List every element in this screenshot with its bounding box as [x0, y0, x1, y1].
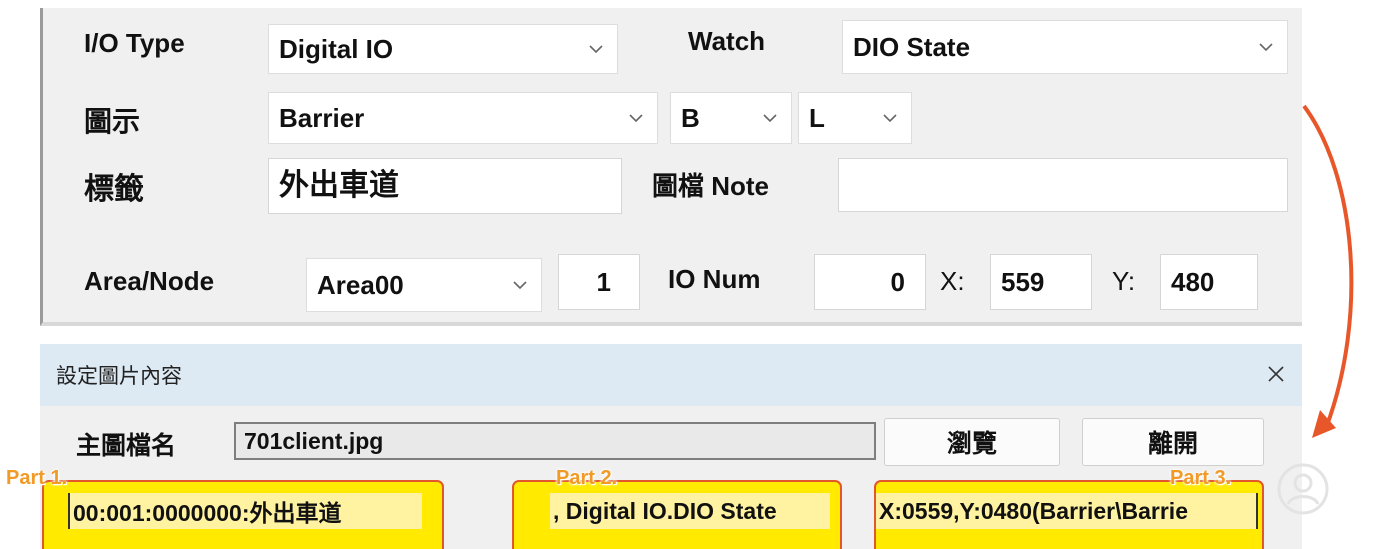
area-select[interactable]: Area00 [306, 258, 542, 312]
chevron-down-icon [511, 276, 529, 294]
part-1-label: Part 1. [6, 467, 68, 489]
area-node-label: Area/Node [84, 266, 215, 296]
main-file-input[interactable]: 701client.jpg [234, 422, 876, 460]
exit-button[interactable]: 離開 [1082, 418, 1264, 466]
icon-label: 圖示 [84, 106, 141, 137]
chevron-down-icon [1257, 38, 1275, 56]
x-value: 559 [1001, 267, 1045, 297]
io-type-select[interactable]: Digital IO [268, 24, 618, 74]
icon-b-value: B [681, 103, 700, 133]
note-input[interactable] [838, 158, 1288, 212]
part-1-text: 00:001:0000000:外出車道 [68, 493, 422, 529]
node-input[interactable]: 1 [558, 254, 640, 310]
io-type-label: I/O Type [84, 28, 185, 58]
dialog-titlebar: 設定圖片內容 [40, 344, 1302, 406]
io-type-value: Digital IO [279, 34, 394, 64]
y-input[interactable]: 480 [1160, 254, 1258, 310]
watch-label: Watch [688, 26, 766, 56]
icon-l-select[interactable]: L [798, 92, 912, 144]
tag-value: 外出車道 [279, 169, 399, 202]
tag-label: 標籤 [84, 173, 144, 206]
chevron-down-icon [587, 40, 605, 58]
node-value: 1 [596, 267, 611, 297]
dialog-title: 設定圖片內容 [56, 365, 182, 388]
chevron-down-icon [761, 109, 779, 127]
io-num-input[interactable]: 0 [814, 254, 926, 310]
icon-select[interactable]: Barrier [268, 92, 658, 144]
io-num-label: IO Num [668, 264, 761, 294]
x-label: X: [940, 266, 965, 296]
area-value: Area00 [317, 270, 404, 300]
part-2-text: , Digital IO.DIO State [550, 493, 830, 529]
tag-input[interactable]: 外出車道 [268, 158, 622, 214]
io-num-value: 0 [890, 267, 905, 297]
watch-select[interactable]: DIO State [842, 20, 1288, 74]
y-label: Y: [1112, 266, 1136, 296]
y-value: 480 [1171, 267, 1215, 297]
watch-value: DIO State [853, 32, 971, 62]
icon-value: Barrier [279, 103, 365, 133]
icon-l-value: L [809, 103, 825, 133]
user-watermark-icon [1277, 463, 1329, 515]
close-icon[interactable] [1266, 364, 1286, 384]
curved-arrow-icon [1302, 104, 1354, 438]
main-file-label: 主圖檔名 [76, 432, 177, 460]
part-2-label: Part 2. [556, 467, 618, 489]
icon-b-select[interactable]: B [670, 92, 792, 144]
main-file-value: 701client.jpg [244, 427, 384, 454]
x-input[interactable]: 559 [990, 254, 1092, 310]
part-3-label: Part 3. [1170, 467, 1232, 489]
chevron-down-icon [627, 109, 645, 127]
chevron-down-icon [881, 109, 899, 127]
note-label: 圖檔 Note [652, 171, 770, 201]
part-3-text: X:0559,Y:0480(Barrier\Barrie [876, 493, 1258, 529]
browse-button[interactable]: 瀏覽 [884, 418, 1060, 466]
